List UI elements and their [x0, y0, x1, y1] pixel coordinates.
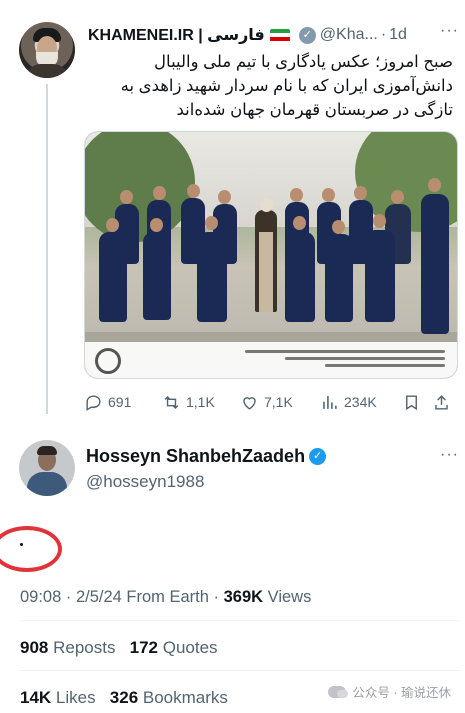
like-icon [243, 396, 256, 410]
repost-icon [164, 395, 179, 409]
photo-caption [245, 350, 445, 371]
action-bar: 691 1,1K 7,1K 234K [84, 390, 458, 414]
parent-tweet[interactable]: KHAMENEI.IR | فارسی ✓ @Kha... · 1d ··· ص… [0, 0, 465, 430]
reply-count: 691 [108, 394, 132, 410]
thread-line [46, 84, 48, 414]
like-button[interactable]: 7,1K [240, 393, 320, 412]
tweet-header: KHAMENEI.IR | فارسی ✓ @Kha... · 1d [88, 24, 458, 46]
share-button[interactable] [432, 393, 456, 412]
tweet-meta: 09:08 · 2/5/24 From Earth · 369K Views [20, 588, 311, 607]
quotes-count: 172 [129, 638, 159, 657]
more-options-icon[interactable]: ··· [440, 446, 459, 464]
reposts-link[interactable]: 908 Reposts [20, 638, 115, 657]
views-label: Views [263, 588, 312, 606]
views-count: 369K [223, 588, 264, 606]
watermark: 公众号 · 瑜说还休 [328, 682, 451, 701]
bookmark-button[interactable] [402, 393, 432, 412]
share-icon [435, 394, 448, 410]
author-handle[interactable]: @hosseyn1988 [86, 472, 204, 492]
author-handle[interactable]: @Kha... [320, 26, 378, 44]
bookmarks-count: 326 [109, 688, 139, 707]
avatar[interactable] [19, 440, 75, 496]
verified-badge-icon: ✓ [298, 26, 316, 44]
divider [20, 620, 460, 621]
repost-button[interactable]: 1,1K [162, 393, 240, 412]
views-count: 234K [344, 394, 377, 410]
divider [20, 670, 460, 671]
likes-label: Likes [51, 688, 96, 707]
views-icon [323, 395, 337, 409]
like-count: 7,1K [264, 394, 293, 410]
focused-tweet: Hosseyn ShanbehZaadeh ✓ @hosseyn1988 ···… [0, 430, 465, 713]
bookmarks-label: Bookmarks [138, 688, 228, 707]
reposts-count: 908 [20, 638, 49, 657]
quotes-label: Quotes [158, 638, 218, 657]
reply-icon [86, 394, 101, 411]
engagement-stats-2: 14K Likes 326 Bookmarks [20, 688, 228, 708]
separator: · [380, 26, 387, 43]
wechat-icon [328, 685, 349, 698]
views-button[interactable]: 234K [320, 393, 402, 412]
annotation-circle [0, 526, 62, 572]
reply-button[interactable]: 691 [84, 393, 162, 412]
author-name[interactable]: Hosseyn ShanbehZaadeh [86, 446, 305, 467]
verified-badge-icon: ✓ [309, 448, 327, 465]
author-name[interactable]: KHAMENEI.IR | فارسی [88, 25, 265, 45]
tweet-photo[interactable] [84, 131, 458, 379]
tweet-time[interactable]: 1d [389, 26, 407, 44]
likes-link[interactable]: 14K Likes [20, 688, 96, 707]
author-name-row: Hosseyn ShanbehZaadeh ✓ [86, 446, 330, 467]
watermark-text: 公众号 · 瑜说还休 [352, 686, 451, 700]
likes-count: 14K [20, 688, 52, 707]
quotes-link[interactable]: 172 Quotes [130, 638, 218, 657]
more-options-icon[interactable]: ··· [440, 22, 459, 40]
bookmark-icon [406, 394, 417, 410]
repost-count: 1,1K [186, 394, 215, 410]
iran-flag-icon [269, 28, 290, 42]
bookmarks-link[interactable]: 326 Bookmarks [110, 688, 228, 707]
avatar[interactable] [19, 22, 75, 78]
tweet-text: صبح امروز؛ عکس یادگاری با تیم ملی والیبا… [120, 53, 453, 119]
reposts-label: Reposts [48, 638, 116, 657]
logo-icon [95, 348, 121, 374]
tweet-timestamp[interactable]: 09:08 · 2/5/24 From Earth · [20, 588, 224, 606]
engagement-stats: 908 Reposts 172 Quotes [20, 638, 218, 658]
